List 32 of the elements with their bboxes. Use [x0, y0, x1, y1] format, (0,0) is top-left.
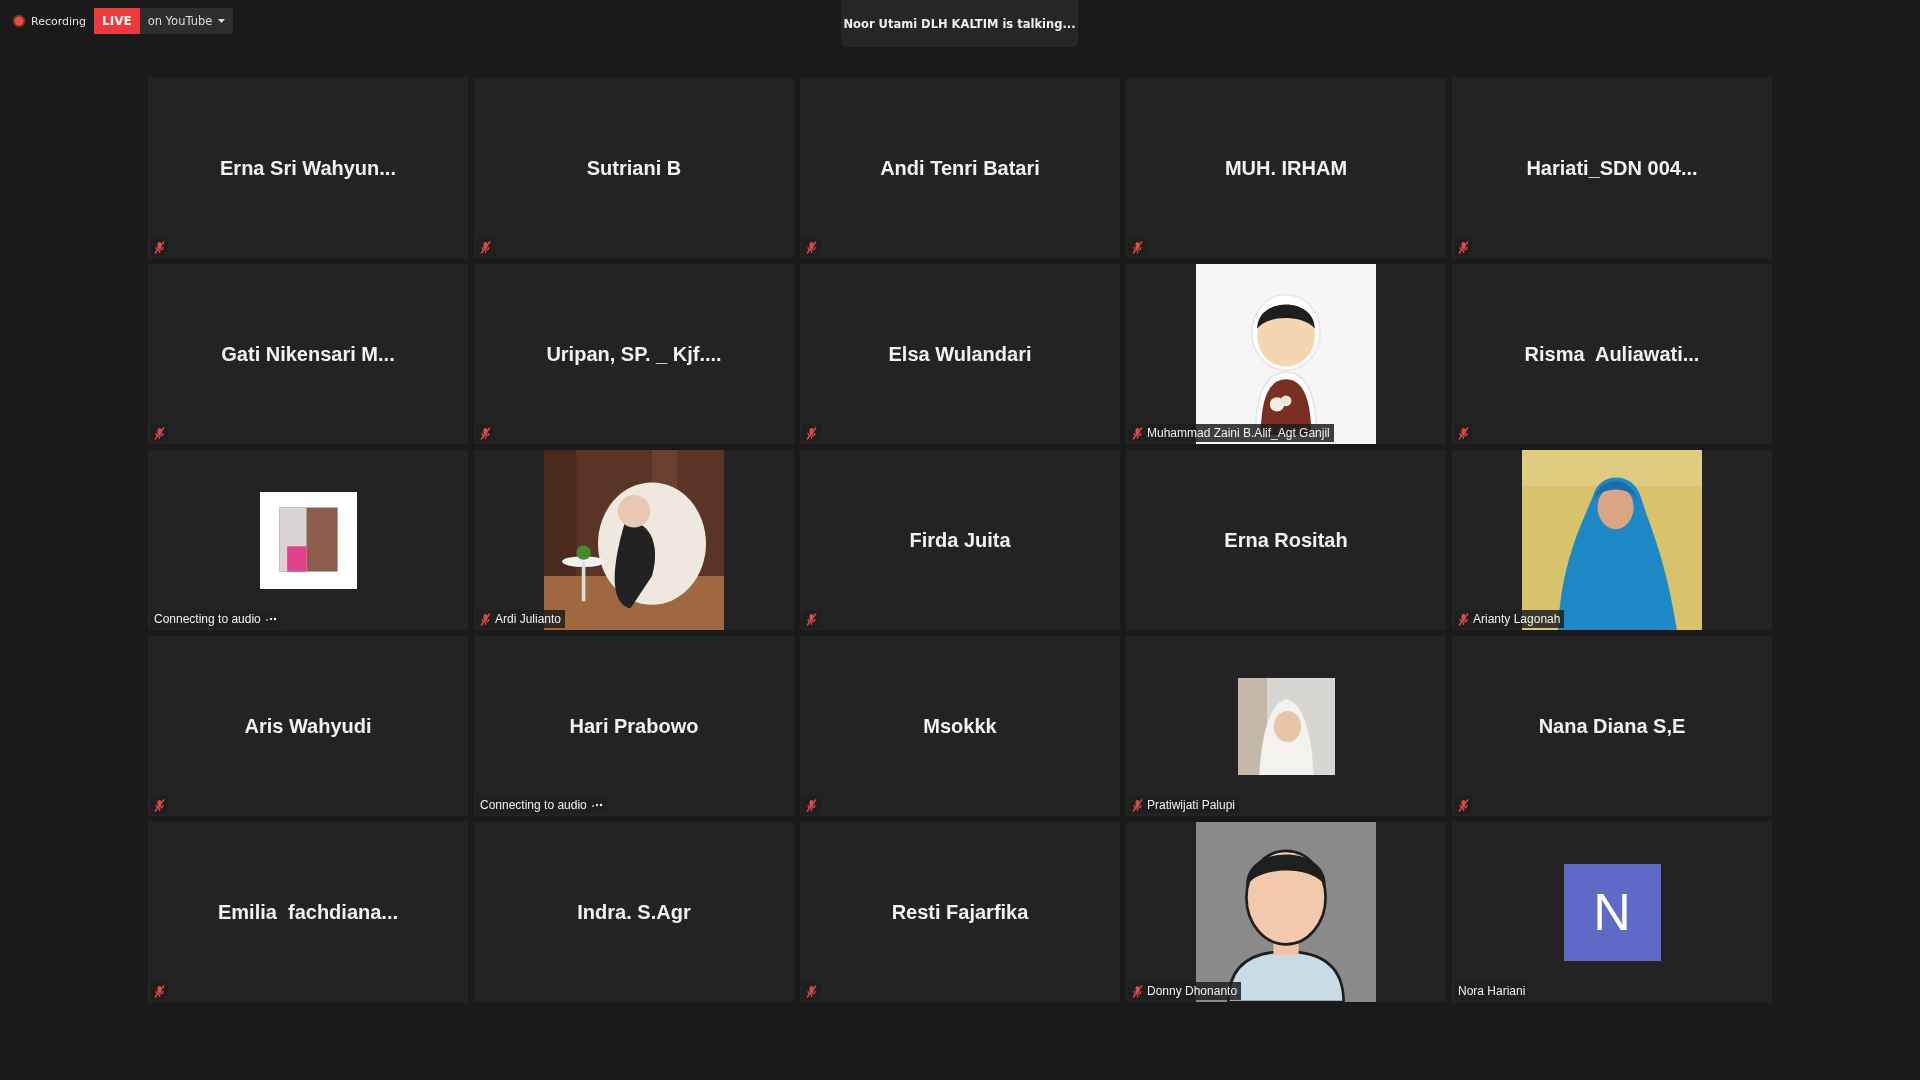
- participant-name: MUH. IRHAM: [1224, 156, 1348, 180]
- participant-label: Donny Dhonanto: [1147, 984, 1238, 998]
- participant-name: Emilia fachdiana...: [217, 900, 399, 924]
- participant-name: Andi Tenri Batari: [880, 156, 1040, 180]
- participant-label: Connecting to audio: [480, 798, 587, 812]
- participant-name: Erna Sri Wahyun...: [220, 156, 396, 180]
- participant-name: Sutriani B: [586, 156, 682, 180]
- participant-name: Firda Juita: [909, 528, 1011, 552]
- participant-label: Nora Hariani: [1458, 984, 1526, 998]
- participant-label: Connecting to audio: [154, 612, 261, 626]
- active-speaker-toast: Noor Utami DLH KALTIM is talking...: [841, 0, 1078, 47]
- caret-icon: [218, 19, 226, 23]
- participant-name: Aris Wahyudi: [244, 714, 372, 738]
- recording-label: Recording: [31, 14, 87, 28]
- participant-name: Resti Fajarfika: [891, 900, 1029, 924]
- participant-label: Arianty Lagonah: [1473, 612, 1561, 626]
- participant-name: Elsa Wulandari: [888, 342, 1032, 366]
- initial-avatar: N: [1563, 863, 1661, 961]
- participant-name: Uripan, SP. _ Kjf....: [546, 342, 722, 366]
- stream-destination-dropdown[interactable]: on YouTube: [139, 8, 234, 34]
- participant-label: Muhammad Zaini B.Alif_Agt Ganjil: [1147, 426, 1330, 440]
- participant-name: Msokkk: [923, 714, 997, 738]
- participant-name: Indra. S.Agr: [577, 900, 691, 924]
- participant-name: Erna Rositah: [1224, 528, 1348, 552]
- participant-name: Hariati_SDN 004...: [1526, 156, 1698, 180]
- participant-name: Gati Nikensari M...: [221, 342, 395, 366]
- live-badge: LIVE: [94, 8, 140, 34]
- participant-name: Nana Diana S,E: [1538, 714, 1686, 738]
- participant-name: Risma Auliawati...: [1524, 342, 1700, 366]
- participant-label: Ardi Julianto: [495, 612, 562, 626]
- participant-name: Hari Prabowo: [569, 714, 699, 738]
- participant-label: Pratiwijati Palupi: [1147, 798, 1236, 812]
